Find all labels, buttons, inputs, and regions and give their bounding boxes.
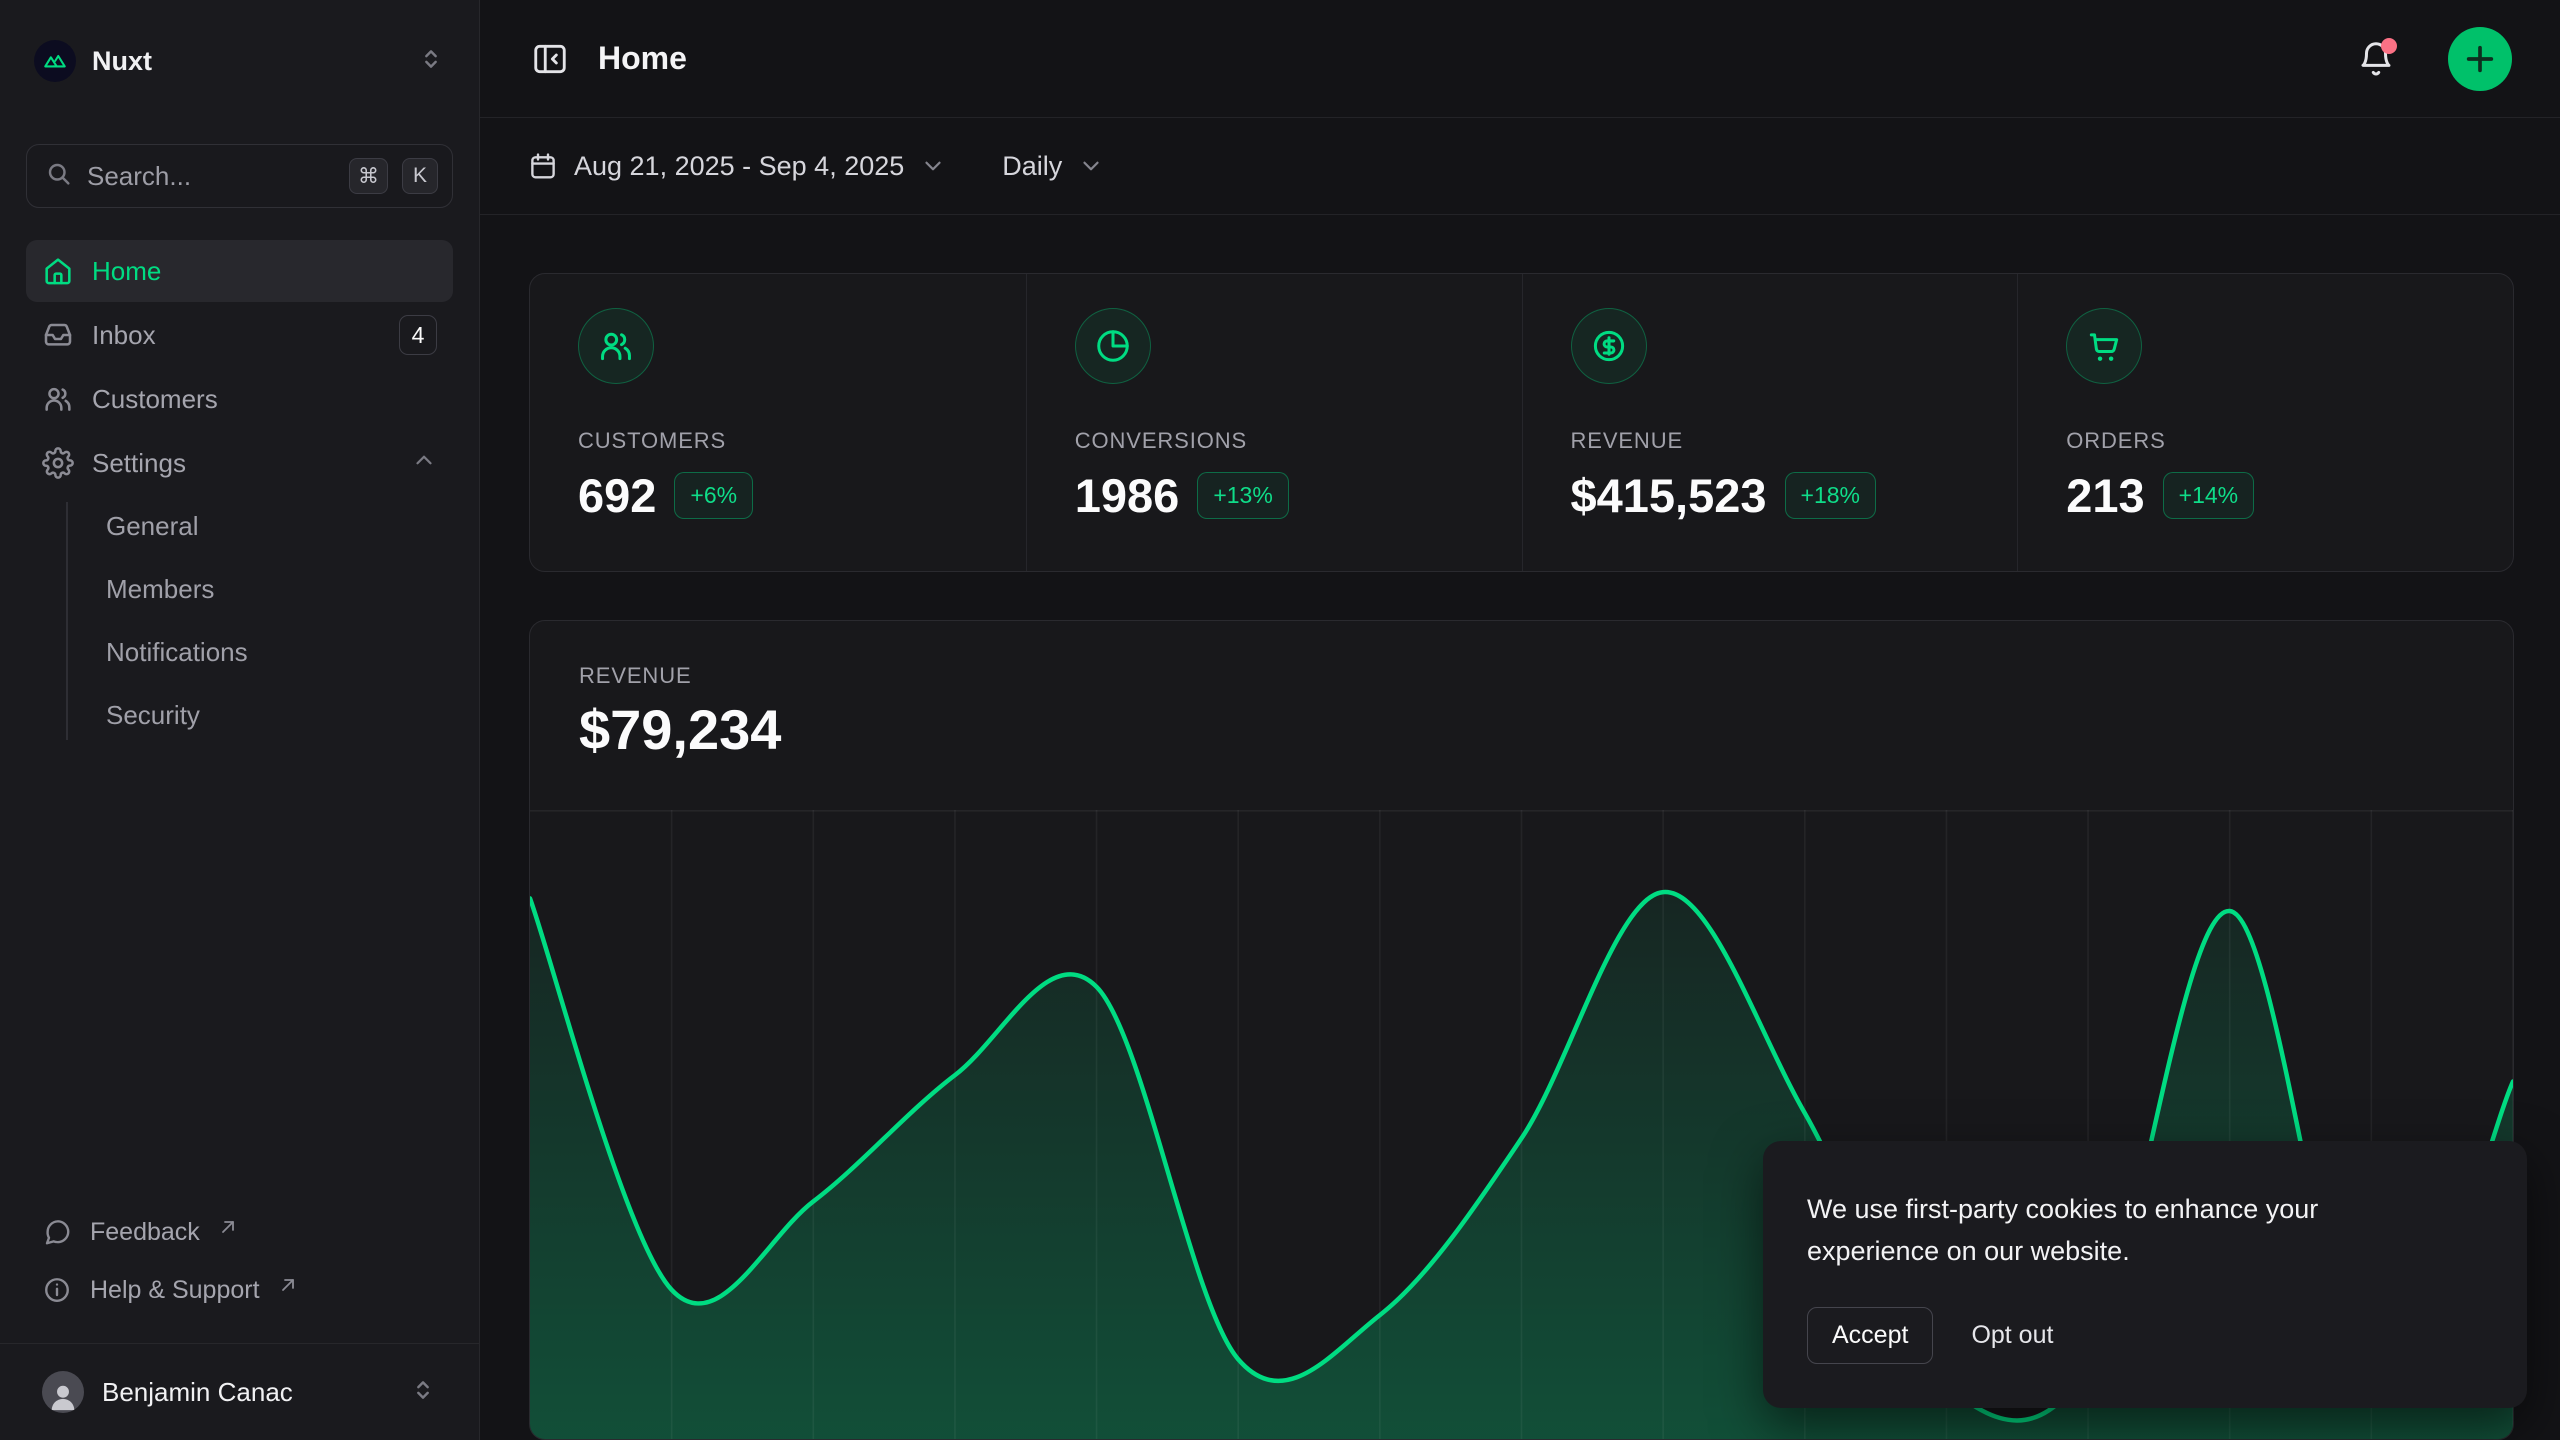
page-header: Home: [480, 0, 2560, 118]
chevron-down-icon: [1078, 153, 1104, 179]
stat-conversions: Conversions 1986 +13%: [1026, 274, 1522, 571]
filters-toolbar: Aug 21, 2025 - Sep 4, 2025 Daily: [480, 118, 2560, 215]
stat-value: $415,523: [1571, 468, 1767, 523]
chevrons-up-down-icon: [417, 45, 445, 78]
nuxt-logo-icon: [34, 40, 76, 82]
sidebar-item-label: Settings: [92, 448, 393, 479]
search-icon: [45, 160, 73, 193]
gear-icon: [42, 447, 74, 479]
sidebar-item-general[interactable]: General: [106, 496, 453, 557]
pie-chart-icon: [1075, 308, 1151, 384]
sidebar-item-members[interactable]: Members: [106, 559, 453, 620]
sidebar-item-security[interactable]: Security: [106, 685, 453, 746]
sidebar-item-customers[interactable]: Customers: [26, 368, 453, 430]
workspace-switcher[interactable]: Nuxt: [26, 38, 453, 84]
help-support-label: Help & Support: [90, 1276, 260, 1305]
user-name: Benjamin Canac: [102, 1377, 391, 1408]
users-icon: [42, 383, 74, 415]
feedback-label: Feedback: [90, 1218, 200, 1247]
stat-customers: Customers 692 +6%: [530, 274, 1026, 571]
sidebar-nav: Home Inbox 4 C: [26, 240, 453, 746]
avatar: [42, 1371, 84, 1413]
stat-revenue: Revenue $415,523 +18%: [1522, 274, 2018, 571]
date-range-value: Aug 21, 2025 - Sep 4, 2025: [574, 151, 904, 182]
stat-delta-badge: +6%: [674, 472, 753, 519]
stat-value: 213: [2066, 468, 2144, 523]
opt-out-button[interactable]: Opt out: [1967, 1308, 2057, 1363]
stat-delta-badge: +13%: [1197, 472, 1288, 519]
stat-label: Revenue: [1571, 428, 2018, 454]
plus-icon: [2463, 42, 2497, 76]
cookie-message: We use first-party cookies to enhance yo…: [1807, 1189, 2407, 1273]
kbd-cmd: ⌘: [349, 158, 388, 194]
sidebar-item-inbox[interactable]: Inbox 4: [26, 304, 453, 366]
stat-label: Conversions: [1075, 428, 1522, 454]
revenue-label: Revenue: [579, 663, 2464, 689]
sidebar-item-home[interactable]: Home: [26, 240, 453, 302]
user-menu[interactable]: Benjamin Canac: [26, 1344, 453, 1440]
search-input[interactable]: Search... ⌘ K: [26, 144, 453, 208]
sidebar-item-label: Inbox: [92, 320, 381, 351]
chevron-up-icon: [411, 447, 437, 480]
inbox-count-badge: 4: [399, 315, 437, 355]
settings-subnav: General Members Notifications Security: [26, 496, 453, 746]
external-link-icon: [220, 1213, 236, 1242]
info-circle-icon: [42, 1275, 72, 1305]
calendar-icon: [528, 151, 558, 181]
chevron-down-icon: [920, 153, 946, 179]
revenue-header: Revenue $79,234: [530, 621, 2513, 762]
sidebar-item-label: Home: [92, 256, 437, 287]
kbd-k: K: [402, 158, 438, 194]
users-icon: [578, 308, 654, 384]
accept-cookies-button[interactable]: Accept: [1807, 1307, 1933, 1364]
feedback-link[interactable]: Feedback: [26, 1205, 453, 1259]
sidebar: Nuxt Search... ⌘ K: [0, 0, 480, 1440]
cookie-banner: We use first-party cookies to enhance yo…: [1763, 1141, 2527, 1408]
stat-label: Orders: [2066, 428, 2513, 454]
stat-value: 1986: [1075, 468, 1180, 523]
collapse-sidebar-button[interactable]: [528, 37, 572, 81]
notifications-button[interactable]: [2354, 37, 2398, 81]
home-icon: [42, 255, 74, 287]
stat-label: Customers: [578, 428, 1026, 454]
add-new-button[interactable]: [2448, 27, 2512, 91]
sidebar-item-notifications[interactable]: Notifications: [106, 622, 453, 683]
inbox-icon: [42, 319, 74, 351]
stat-delta-badge: +14%: [2163, 472, 2254, 519]
revenue-total: $79,234: [579, 697, 2464, 762]
dollar-circle-icon: [1571, 308, 1647, 384]
notification-dot: [2381, 38, 2397, 54]
chevrons-up-down-icon: [409, 1376, 437, 1409]
stat-value: 692: [578, 468, 656, 523]
search-placeholder: Search...: [87, 161, 335, 192]
page-title: Home: [598, 40, 2328, 77]
date-range-picker[interactable]: Aug 21, 2025 - Sep 4, 2025: [528, 151, 946, 182]
shopping-cart-icon: [2066, 308, 2142, 384]
stat-orders: Orders 213 +14%: [2017, 274, 2513, 571]
granularity-value: Daily: [1002, 151, 1062, 182]
help-support-link[interactable]: Help & Support: [26, 1263, 453, 1317]
sidebar-item-label: Customers: [92, 384, 437, 415]
granularity-select[interactable]: Daily: [1002, 151, 1104, 182]
external-link-icon: [280, 1271, 296, 1300]
workspace-name: Nuxt: [92, 46, 401, 77]
sidebar-footer: Feedback Help & Support: [26, 1205, 453, 1343]
sidebar-item-settings[interactable]: Settings: [26, 432, 453, 494]
chat-bubble-icon: [42, 1217, 72, 1247]
stats-card: Customers 692 +6% Conversions 1986: [529, 273, 2514, 572]
stat-delta-badge: +18%: [1785, 472, 1876, 519]
